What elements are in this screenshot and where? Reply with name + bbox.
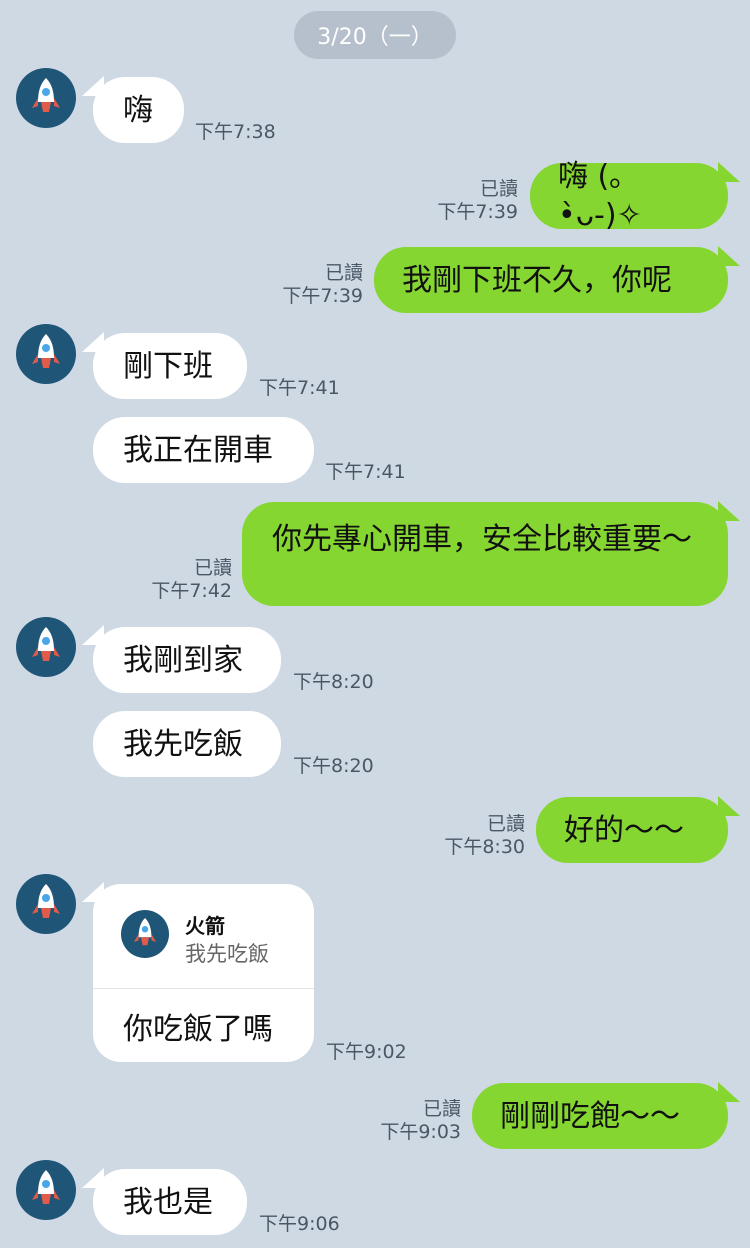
message-meta: 已讀 下午8:30 [444, 813, 525, 859]
rocket-icon [32, 884, 60, 918]
contact-avatar[interactable] [16, 1160, 76, 1220]
message-bubble-incoming[interactable]: 我剛到家 [93, 627, 281, 693]
message-time: 下午8:30 [444, 836, 525, 858]
bubble-tail [718, 246, 740, 266]
message-meta: 已讀 下午7:39 [437, 178, 518, 224]
contact-avatar[interactable] [16, 874, 76, 934]
message-time: 下午9:06 [259, 1213, 340, 1235]
divider [93, 988, 314, 989]
reply-message-bubble[interactable]: 火箭 我先吃飯 你吃飯了嗎 [93, 884, 314, 1062]
message-time: 下午7:39 [437, 201, 518, 223]
bubble-tail [718, 162, 740, 182]
quoted-message[interactable]: 火箭 我先吃飯 [121, 910, 301, 966]
message-time: 下午9:03 [380, 1121, 461, 1143]
message-time: 下午7:41 [325, 461, 406, 483]
bubble-tail [718, 501, 740, 521]
contact-avatar[interactable] [16, 68, 76, 128]
message-bubble-incoming[interactable]: 嗨 [93, 77, 184, 143]
message-bubble-incoming[interactable]: 我也是 [93, 1169, 247, 1235]
message-time: 下午9:02 [326, 1041, 407, 1063]
message-bubble-outgoing[interactable]: 剛剛吃飽～～ [472, 1083, 728, 1149]
contact-avatar[interactable] [16, 617, 76, 677]
chat-area: 3/20（一） 嗨 下午7:38 已讀 下午7:39 嗨 (｡•̀ᴗ-)✧ 已讀… [0, 0, 750, 1248]
rocket-icon [32, 1170, 60, 1204]
message-time: 下午8:20 [293, 671, 374, 693]
quoted-avatar [121, 910, 169, 958]
read-receipt: 已讀 [422, 1098, 461, 1120]
message-bubble-incoming[interactable]: 我先吃飯 [93, 711, 281, 777]
message-bubble-incoming[interactable]: 剛下班 [93, 333, 247, 399]
quoted-text: 我先吃飯 [185, 942, 269, 966]
read-receipt: 已讀 [324, 262, 363, 284]
message-time: 下午7:41 [259, 377, 340, 399]
read-receipt: 已讀 [193, 557, 232, 579]
reply-text: 你吃飯了嗎 [123, 1012, 273, 1047]
message-meta: 已讀 下午7:39 [282, 262, 363, 308]
read-receipt: 已讀 [486, 813, 525, 835]
message-time: 下午7:39 [282, 285, 363, 307]
message-time: 下午7:42 [151, 580, 232, 602]
read-receipt: 已讀 [479, 178, 518, 200]
message-meta: 已讀 下午9:03 [380, 1098, 461, 1144]
message-bubble-outgoing[interactable]: 你先專心開車，安全比較重要～ [242, 502, 728, 606]
contact-avatar[interactable] [16, 324, 76, 384]
date-divider: 3/20（一） [294, 11, 456, 59]
message-time: 下午7:38 [195, 121, 276, 143]
rocket-icon [32, 627, 60, 661]
rocket-icon [32, 334, 60, 368]
bubble-tail [718, 796, 740, 816]
message-bubble-outgoing[interactable]: 好的～～ [536, 797, 728, 863]
message-bubble-outgoing[interactable]: 嗨 (｡•̀ᴗ-)✧ [530, 159, 728, 233]
message-bubble-incoming[interactable]: 我正在開車 [93, 417, 314, 483]
message-meta: 已讀 下午7:42 [151, 557, 232, 603]
rocket-icon [133, 918, 157, 946]
quoted-sender-name: 火箭 [185, 914, 225, 938]
rocket-icon [32, 78, 60, 112]
bubble-tail [718, 1082, 740, 1102]
message-bubble-outgoing[interactable]: 我剛下班不久，你呢 [374, 247, 728, 313]
message-time: 下午8:20 [293, 755, 374, 777]
